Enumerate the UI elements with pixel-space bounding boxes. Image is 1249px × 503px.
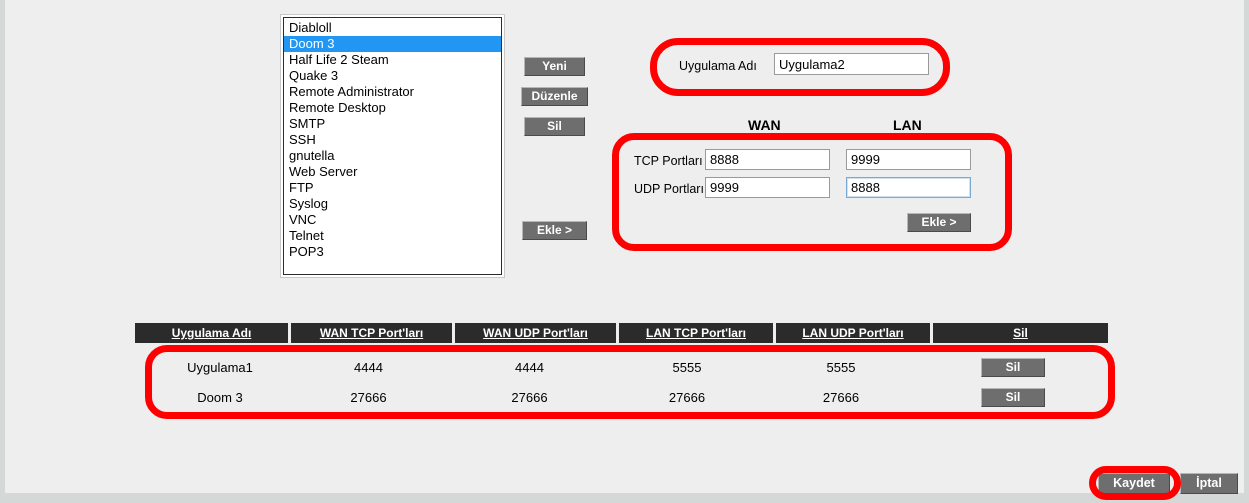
results-table-column-header[interactable]: LAN UDP Port'ları: [776, 323, 930, 343]
results-table-column-header[interactable]: Sil: [933, 323, 1108, 343]
application-name-panel: Uygulama Adı: [660, 46, 940, 88]
results-table-body: Uygulama1 4444 4444 5555 5555 Sil Doom 3 27666 2…: [152, 352, 1108, 412]
window-edge-bottom: [0, 493, 1249, 503]
cancel-button[interactable]: İptal: [1180, 473, 1238, 494]
application-list-item[interactable]: SSH: [284, 132, 501, 148]
table-cell-name: Uygulama1: [187, 359, 253, 375]
udp-ports-label: UDP Portları: [634, 182, 704, 196]
wan-tcp-port-input[interactable]: [705, 149, 830, 170]
application-list-item[interactable]: POP3: [284, 244, 501, 260]
application-name-input[interactable]: [774, 53, 929, 75]
results-table-column-header[interactable]: WAN TCP Port'ları: [291, 323, 452, 343]
results-table-column-header[interactable]: WAN UDP Port'ları: [455, 323, 616, 343]
delete-button[interactable]: Sil: [524, 117, 585, 136]
lan-column-header: LAN: [893, 117, 922, 133]
window-edge-right: [1244, 0, 1249, 493]
application-list-item[interactable]: Web Server: [284, 164, 501, 180]
table-cell-lan-udp: 27666: [822, 389, 860, 405]
column-header-label: Sil: [1013, 326, 1028, 340]
table-cell-name: Doom 3: [197, 389, 243, 405]
table-cell-delete: Sil: [918, 387, 1108, 407]
application-list-item[interactable]: SMTP: [284, 116, 501, 132]
results-table-column-header[interactable]: Uygulama Adı: [135, 323, 288, 343]
wan-column-header: WAN: [748, 117, 781, 133]
table-cell-lan-tcp: 5555: [672, 359, 702, 375]
application-list-item[interactable]: gnutella: [284, 148, 501, 164]
application-list-item[interactable]: Diabloll: [284, 20, 501, 36]
application-list-item[interactable]: Syslog: [284, 196, 501, 212]
application-name-label: Uygulama Adı: [679, 59, 757, 73]
add-entry-button[interactable]: Ekle >: [907, 213, 971, 232]
application-list-item[interactable]: Telnet: [284, 228, 501, 244]
table-cell-wan-udp: 4444: [515, 359, 544, 375]
application-list-item[interactable]: Half Life 2 Steam: [284, 52, 501, 68]
table-cell-lan-udp: 5555: [826, 359, 856, 375]
table-cell-wan-udp: 27666: [511, 389, 548, 405]
row-delete-button[interactable]: Sil: [981, 387, 1045, 407]
table-row: Uygulama1 4444 4444 5555 5555 Sil: [152, 352, 1108, 382]
application-list-item[interactable]: FTP: [284, 180, 501, 196]
content-canvas: [5, 0, 1244, 493]
table-row: Doom 3 27666 27666 27666 27666 Sil: [152, 382, 1108, 412]
row-delete-button[interactable]: Sil: [981, 357, 1045, 377]
column-header-label: WAN UDP Port'ları: [483, 326, 588, 340]
lan-tcp-port-input[interactable]: [846, 149, 971, 170]
results-table-header: Uygulama Adı WAN TCP Port'ları WAN UDP Por…: [135, 323, 1108, 343]
edit-button[interactable]: Düzenle: [521, 87, 588, 106]
table-cell-wan-tcp: 27666: [350, 389, 387, 405]
application-list-item[interactable]: Remote Desktop: [284, 100, 501, 116]
save-button[interactable]: Kaydet: [1098, 473, 1170, 494]
lan-udp-port-input[interactable]: [846, 177, 971, 198]
table-cell-lan-tcp: 27666: [668, 389, 706, 405]
application-list-item[interactable]: Doom 3: [284, 36, 501, 52]
tcp-ports-label: TCP Portları: [634, 154, 703, 168]
ports-panel: TCP Portları UDP Portları Ekle >: [622, 143, 1002, 241]
application-list-item[interactable]: VNC: [284, 212, 501, 228]
column-header-label: LAN UDP Port'ları: [802, 326, 904, 340]
application-list-item[interactable]: Quake 3: [284, 68, 501, 84]
column-header-label: Uygulama Adı: [171, 326, 252, 340]
column-header-label: LAN TCP Port'ları: [646, 326, 746, 340]
wan-udp-port-input[interactable]: [705, 177, 830, 198]
page-root: Diabloll Doom 3 Half Life 2 Steam Quake 3 Re…: [0, 0, 1249, 503]
add-to-form-button[interactable]: Ekle >: [522, 221, 587, 240]
column-header-label: WAN TCP Port'ları: [319, 326, 424, 340]
application-listbox-inner[interactable]: Diabloll Doom 3 Half Life 2 Steam Quake 3 Re…: [283, 17, 502, 275]
application-list-item[interactable]: Remote Administrator: [284, 84, 501, 100]
new-button[interactable]: Yeni: [524, 57, 585, 76]
table-cell-delete: Sil: [918, 357, 1108, 377]
application-listbox[interactable]: Diabloll Doom 3 Half Life 2 Steam Quake 3 Re…: [280, 14, 505, 278]
table-cell-wan-tcp: 4444: [354, 359, 383, 375]
results-table-column-header[interactable]: LAN TCP Port'ları: [619, 323, 773, 343]
